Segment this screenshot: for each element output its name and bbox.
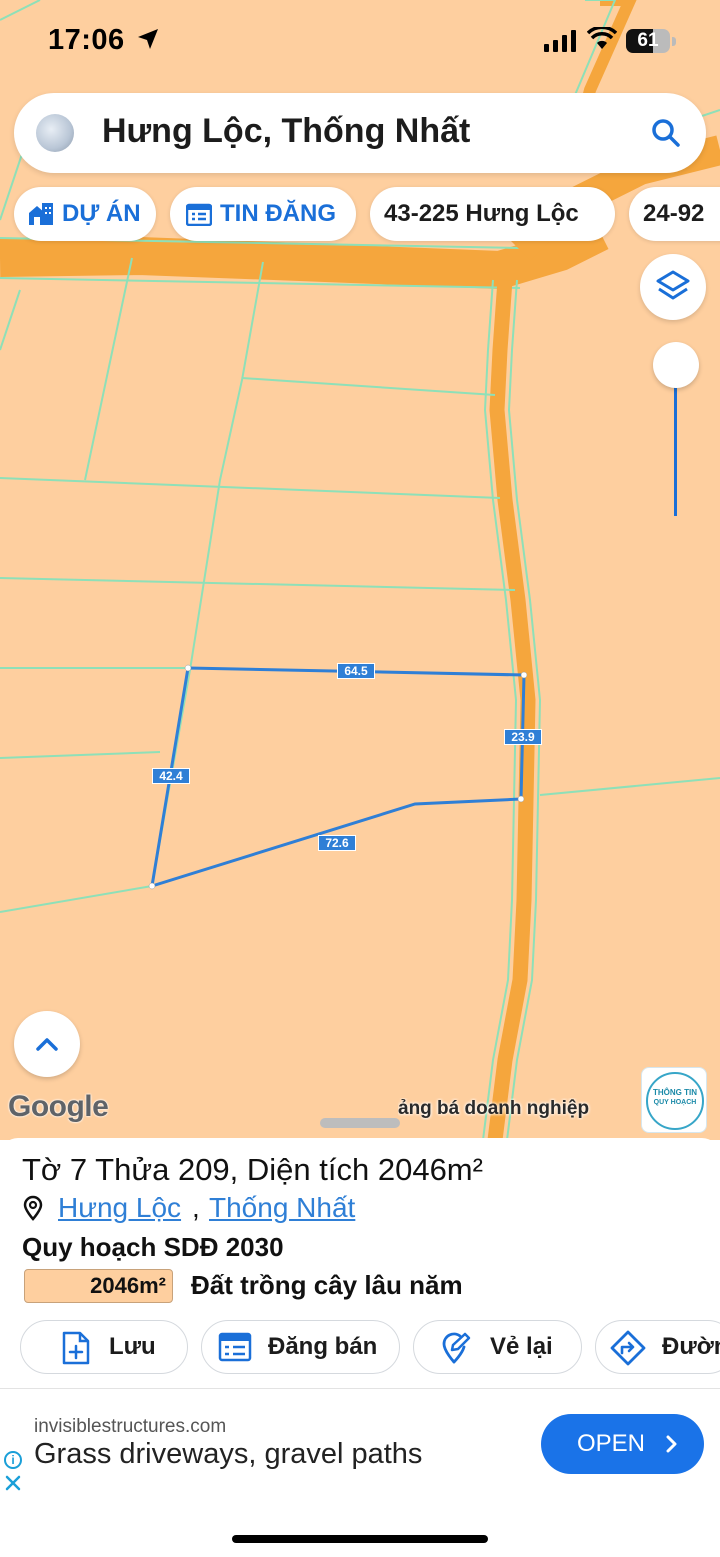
home-indicator-area (0, 1500, 720, 1557)
layers-button[interactable] (640, 254, 706, 320)
promo-banner-text[interactable]: ảng bá doanh nghiệp (398, 1098, 636, 1120)
search-icon[interactable] (650, 117, 682, 149)
edge-label-top: 64.5 (337, 663, 375, 679)
chip-du-an[interactable]: DỰ ÁN (14, 187, 156, 241)
search-bar[interactable]: Hưng Lộc, Thống Nhất (14, 93, 706, 173)
legend-area: 2046m² (90, 1273, 166, 1298)
ad-close-icon[interactable] (4, 1474, 22, 1492)
google-logo: Google (8, 1090, 109, 1123)
cellular-signal-icon (544, 30, 576, 52)
post-for-sale-button[interactable]: Đăng bán (201, 1320, 400, 1374)
status-bar: 17:06 61 (0, 0, 720, 80)
edge-label-bottom: 72.6 (318, 835, 356, 851)
ad-domain[interactable]: invisiblestructures.com (34, 1416, 226, 1438)
redraw-button[interactable]: Vẻ lại (413, 1320, 582, 1374)
calendar-list-icon (186, 203, 212, 226)
plan-title: Quy hoạch SDĐ 2030 (22, 1232, 284, 1262)
chevron-up-icon (36, 1038, 58, 1051)
location-arrow-icon (138, 29, 158, 49)
directions-icon (610, 1330, 646, 1366)
zoom-slider-track[interactable] (674, 366, 677, 516)
house-building-icon (29, 203, 53, 225)
ad-info-icon[interactable]: i (4, 1451, 22, 1469)
thong-tin-quy-hoach-badge[interactable]: THÔNG TIN QUY HOẠCH (641, 1067, 707, 1133)
avatar[interactable] (36, 114, 74, 152)
location-link-district[interactable]: Thống Nhất (209, 1192, 355, 1224)
edge-label-left: 42.4 (152, 768, 190, 784)
filter-chips: DỰ ÁN TIN ĐĂNG 43-225 Hưng Lộc 24-92 (0, 187, 720, 241)
ad-open-button[interactable]: OPEN (541, 1414, 704, 1474)
chip-24-92[interactable]: 24-92 (629, 187, 720, 241)
wifi-icon (587, 27, 617, 49)
expand-up-button[interactable] (14, 1011, 80, 1077)
map-pin-icon (23, 1195, 43, 1221)
location-link-ward[interactable]: Hưng Lộc (58, 1192, 181, 1224)
search-query[interactable]: Hưng Lộc, Thống Nhất (102, 112, 470, 151)
map-pin-edit-icon (442, 1332, 471, 1364)
calendar-list-icon (218, 1332, 252, 1362)
home-indicator[interactable] (232, 1535, 488, 1543)
directions-button[interactable]: Đườn (595, 1320, 720, 1374)
zoom-slider-thumb[interactable] (653, 342, 699, 388)
ad-headline[interactable]: Grass driveways, gravel paths (34, 1438, 422, 1471)
document-add-icon (62, 1331, 90, 1365)
sheet-drag-handle[interactable] (320, 1118, 400, 1128)
chip-43-225[interactable]: 43-225 Hưng Lộc (370, 187, 615, 241)
save-button[interactable]: Lưu (20, 1320, 188, 1374)
battery-indicator: 61 (626, 29, 676, 53)
edge-label-right: 23.9 (504, 729, 542, 745)
parcel-title: Tờ 7 Thửa 209, Diện tích 2046m² (22, 1152, 483, 1187)
chevron-right-icon (666, 1435, 677, 1453)
layers-icon (656, 270, 690, 300)
chip-tin-dang[interactable]: TIN ĐĂNG (170, 187, 356, 241)
legend-land-type: Đất trồng cây lâu năm (191, 1270, 463, 1300)
map-view[interactable]: 64.5 23.9 72.6 42.4 17:06 61 Hưng Lộc, T… (0, 0, 720, 1140)
status-time: 17:06 (48, 24, 125, 56)
